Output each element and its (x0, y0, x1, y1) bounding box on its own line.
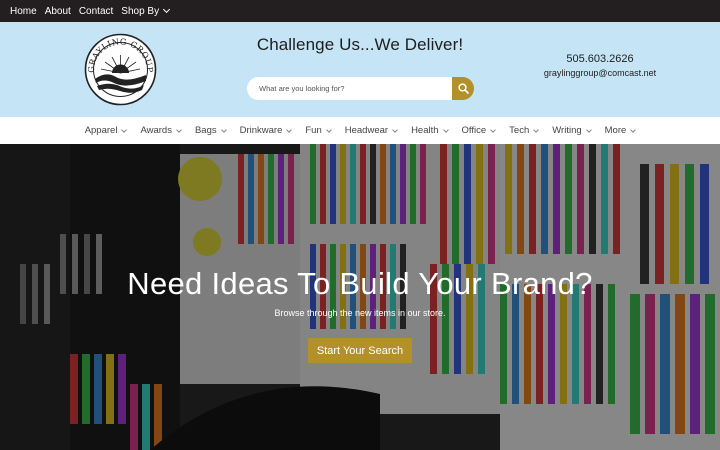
search-bar (247, 77, 474, 100)
chevron-down-icon (176, 126, 182, 133)
search-icon (457, 83, 469, 94)
chevron-down-icon (490, 126, 497, 133)
chevron-down-icon (533, 126, 540, 133)
top-link-about[interactable]: About (45, 6, 71, 17)
chevron-down-icon (630, 126, 637, 133)
search-input[interactable] (247, 77, 452, 100)
hero-subtitle: Browse through the new items in our stor… (274, 308, 446, 318)
nav-item-drinkware[interactable]: Drinkware (233, 125, 299, 136)
nav-item-awards[interactable]: Awards (133, 125, 188, 136)
nav-item-apparel[interactable]: Apparel (78, 125, 134, 136)
chevron-down-icon (585, 126, 592, 133)
email-address[interactable]: graylinggroup@comcast.net (530, 68, 670, 78)
nav-item-label: Apparel (84, 125, 118, 136)
top-link-contact[interactable]: Contact (79, 6, 113, 17)
nav-item-label: Tech (509, 125, 530, 136)
hero-banner: Need Ideas To Build Your Brand? Browse t… (0, 144, 720, 450)
category-nav: Apparel Awards Bags Drinkware Fun Headwe… (0, 117, 720, 144)
site-tagline: Challenge Us...We Deliver! (256, 35, 464, 54)
hero-title: Need Ideas To Build Your Brand? (127, 266, 593, 301)
nav-item-headwear[interactable]: Headwear (338, 125, 404, 136)
nav-item-bags[interactable]: Bags (188, 125, 233, 136)
nav-item-label: Health (411, 125, 439, 136)
start-search-button[interactable]: Start Your Search (308, 338, 412, 363)
nav-item-label: Bags (194, 125, 217, 136)
top-link-shop-by[interactable]: Shop By (121, 5, 171, 17)
chevron-down-icon (121, 126, 128, 133)
nav-item-health[interactable]: Health (404, 125, 454, 136)
top-link-home[interactable]: Home (10, 6, 37, 17)
nav-item-label: Headwear (344, 125, 389, 136)
grayling-group-logo[interactable]: GRAYLING GROUP (84, 33, 157, 106)
search-button[interactable] (452, 77, 474, 100)
nav-item-label: Writing (552, 125, 582, 136)
chevron-down-icon (286, 126, 293, 133)
nav-item-label: Fun (305, 125, 322, 136)
nav-item-office[interactable]: Office (455, 125, 503, 136)
contact-info: 505.603.2626 graylinggroup@comcast.net (530, 53, 670, 78)
nav-item-label: More (604, 125, 627, 136)
nav-item-label: Awards (140, 125, 172, 136)
chevron-down-icon (163, 5, 171, 14)
chevron-down-icon (325, 126, 332, 133)
chevron-down-icon (220, 126, 227, 133)
shop-by-label: Shop By (121, 5, 160, 17)
site-header: GRAYLING GROUP Challenge Us...We Deliver… (0, 22, 720, 117)
chevron-down-icon (392, 126, 398, 133)
nav-item-label: Drinkware (239, 125, 283, 136)
chevron-down-icon (442, 126, 449, 133)
nav-item-writing[interactable]: Writing (545, 125, 597, 136)
nav-item-tech[interactable]: Tech (502, 125, 545, 136)
nav-item-label: Office (461, 125, 487, 136)
nav-item-more[interactable]: More (598, 125, 643, 136)
nav-item-fun[interactable]: Fun (298, 125, 337, 136)
phone-number[interactable]: 505.603.2626 (530, 53, 670, 65)
top-bar: Home About Contact Shop By (0, 0, 720, 22)
